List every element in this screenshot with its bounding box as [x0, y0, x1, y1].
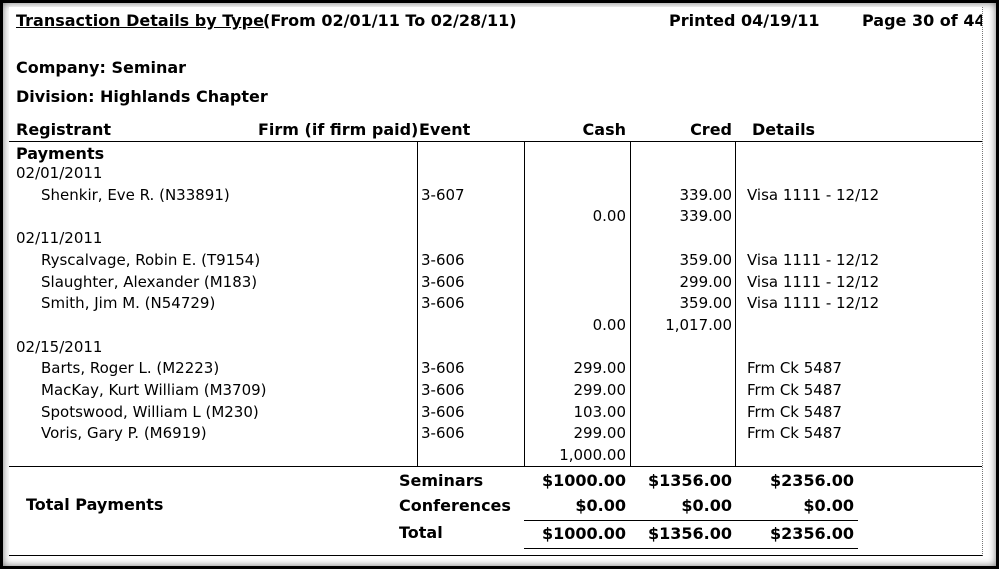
- cash-amount: 299.00: [573, 381, 627, 399]
- column-separator: [630, 141, 631, 466]
- payment-details: Visa 1111 - 12/12: [747, 294, 880, 313]
- header-divider: [9, 141, 982, 142]
- column-header-cred: Cred: [690, 120, 732, 139]
- payment-details: Visa 1111 - 12/12: [747, 185, 880, 204]
- totals-grand-cred: $1356.00: [647, 524, 732, 543]
- column-header-registrant: Registrant: [16, 120, 112, 139]
- column-separator: [417, 141, 418, 466]
- report-title: Transaction Details by Type: [16, 11, 264, 30]
- section-title-payments: Payments: [16, 144, 105, 163]
- credit-amount: 339.00: [679, 185, 733, 204]
- event-code: 3-606: [421, 294, 465, 313]
- payment-details: Frm Ck 5487: [747, 402, 842, 421]
- event-code: 3-606: [421, 250, 465, 269]
- column-header-details: Details: [752, 120, 816, 139]
- payment-details: Frm Ck 5487: [747, 424, 842, 443]
- column-separator: [735, 141, 736, 466]
- column-header-event: Event: [419, 120, 471, 139]
- totals-divider: [9, 466, 982, 467]
- event-code: 3-606: [421, 402, 465, 421]
- cash-amount: 103.00: [573, 402, 627, 421]
- payment-details: Visa 1111 - 12/12: [747, 250, 880, 269]
- event-code: 3-606: [421, 359, 465, 378]
- payment-details: Frm Ck 5487: [747, 381, 842, 399]
- subtotal-cash: 0.00: [592, 207, 626, 226]
- totals-conferences-total: $0.00: [803, 496, 854, 515]
- registrant-name: Voris, Gary P. (M6919): [41, 424, 207, 443]
- subtotal-cred: 339.00: [679, 207, 733, 226]
- registrant-name: Smith, Jim M. (N54729): [41, 294, 216, 313]
- report-page: Transaction Details by Type (From 02/01/…: [9, 7, 983, 556]
- event-code: 3-607: [421, 185, 465, 204]
- credit-amount: 359.00: [679, 294, 733, 313]
- totals-grand-cash: $1000.00: [541, 524, 626, 543]
- cash-amount: 299.00: [573, 359, 627, 378]
- credit-amount: 299.00: [679, 272, 733, 291]
- group-date: 02/11/2011: [16, 229, 103, 248]
- registrant-name: Spotswood, William L (M230): [41, 402, 259, 421]
- company-label: Company: Seminar: [16, 58, 187, 77]
- event-code: 3-606: [421, 424, 465, 443]
- registrant-name: Slaughter, Alexander (M183): [41, 272, 258, 291]
- totals-conferences-cred: $0.00: [681, 496, 732, 515]
- screenshot-frame: Transaction Details by Type (From 02/01/…: [0, 0, 999, 569]
- subtotal-cred: 1,017.00: [665, 315, 732, 334]
- registrant-name: Barts, Roger L. (M2223): [41, 359, 220, 378]
- totals-seminars-cash: $1000.00: [541, 471, 626, 490]
- totals-label-conferences: Conferences: [399, 496, 511, 515]
- subtotal-cash: 1,000.00: [559, 446, 626, 465]
- totals-seminars-total: $2356.00: [769, 471, 854, 490]
- division-label: Division: Highlands Chapter: [16, 87, 268, 106]
- registrant-name: MacKay, Kurt William (M3709): [41, 381, 267, 399]
- payment-details: Frm Ck 5487: [747, 359, 842, 378]
- totals-label-seminars: Seminars: [399, 471, 484, 490]
- totals-seminars-cred: $1356.00: [647, 471, 732, 490]
- grand-total-underline: [524, 548, 858, 549]
- column-header-firm: Firm (if firm paid): [258, 120, 419, 139]
- totals-conferences-cash: $0.00: [575, 496, 626, 515]
- column-separator: [524, 141, 525, 466]
- payment-details: Visa 1111 - 12/12: [747, 272, 880, 291]
- grand-total-rule: [524, 520, 858, 521]
- registrant-name: Ryscalvage, Robin E. (T9154): [41, 250, 261, 269]
- totals-grand-total: $2356.00: [769, 524, 854, 543]
- group-date: 02/15/2011: [16, 337, 103, 356]
- printed-date: Printed 04/19/11: [669, 11, 820, 30]
- event-code: 3-606: [421, 272, 465, 291]
- registrant-name: Shenkir, Eve R. (N33891): [41, 185, 230, 204]
- page-number: Page 30 of 44: [862, 11, 983, 30]
- group-date: 02/01/2011: [16, 164, 103, 182]
- total-payments-label: Total Payments: [26, 495, 164, 514]
- cash-amount: 299.00: [573, 424, 627, 443]
- totals-label-total: Total: [399, 523, 443, 542]
- column-header-cash: Cash: [582, 120, 626, 139]
- date-range: (From 02/01/11 To 02/28/11): [263, 11, 517, 30]
- credit-amount: 359.00: [679, 250, 733, 269]
- subtotal-cash: 0.00: [592, 315, 626, 334]
- event-code: 3-606: [421, 381, 465, 399]
